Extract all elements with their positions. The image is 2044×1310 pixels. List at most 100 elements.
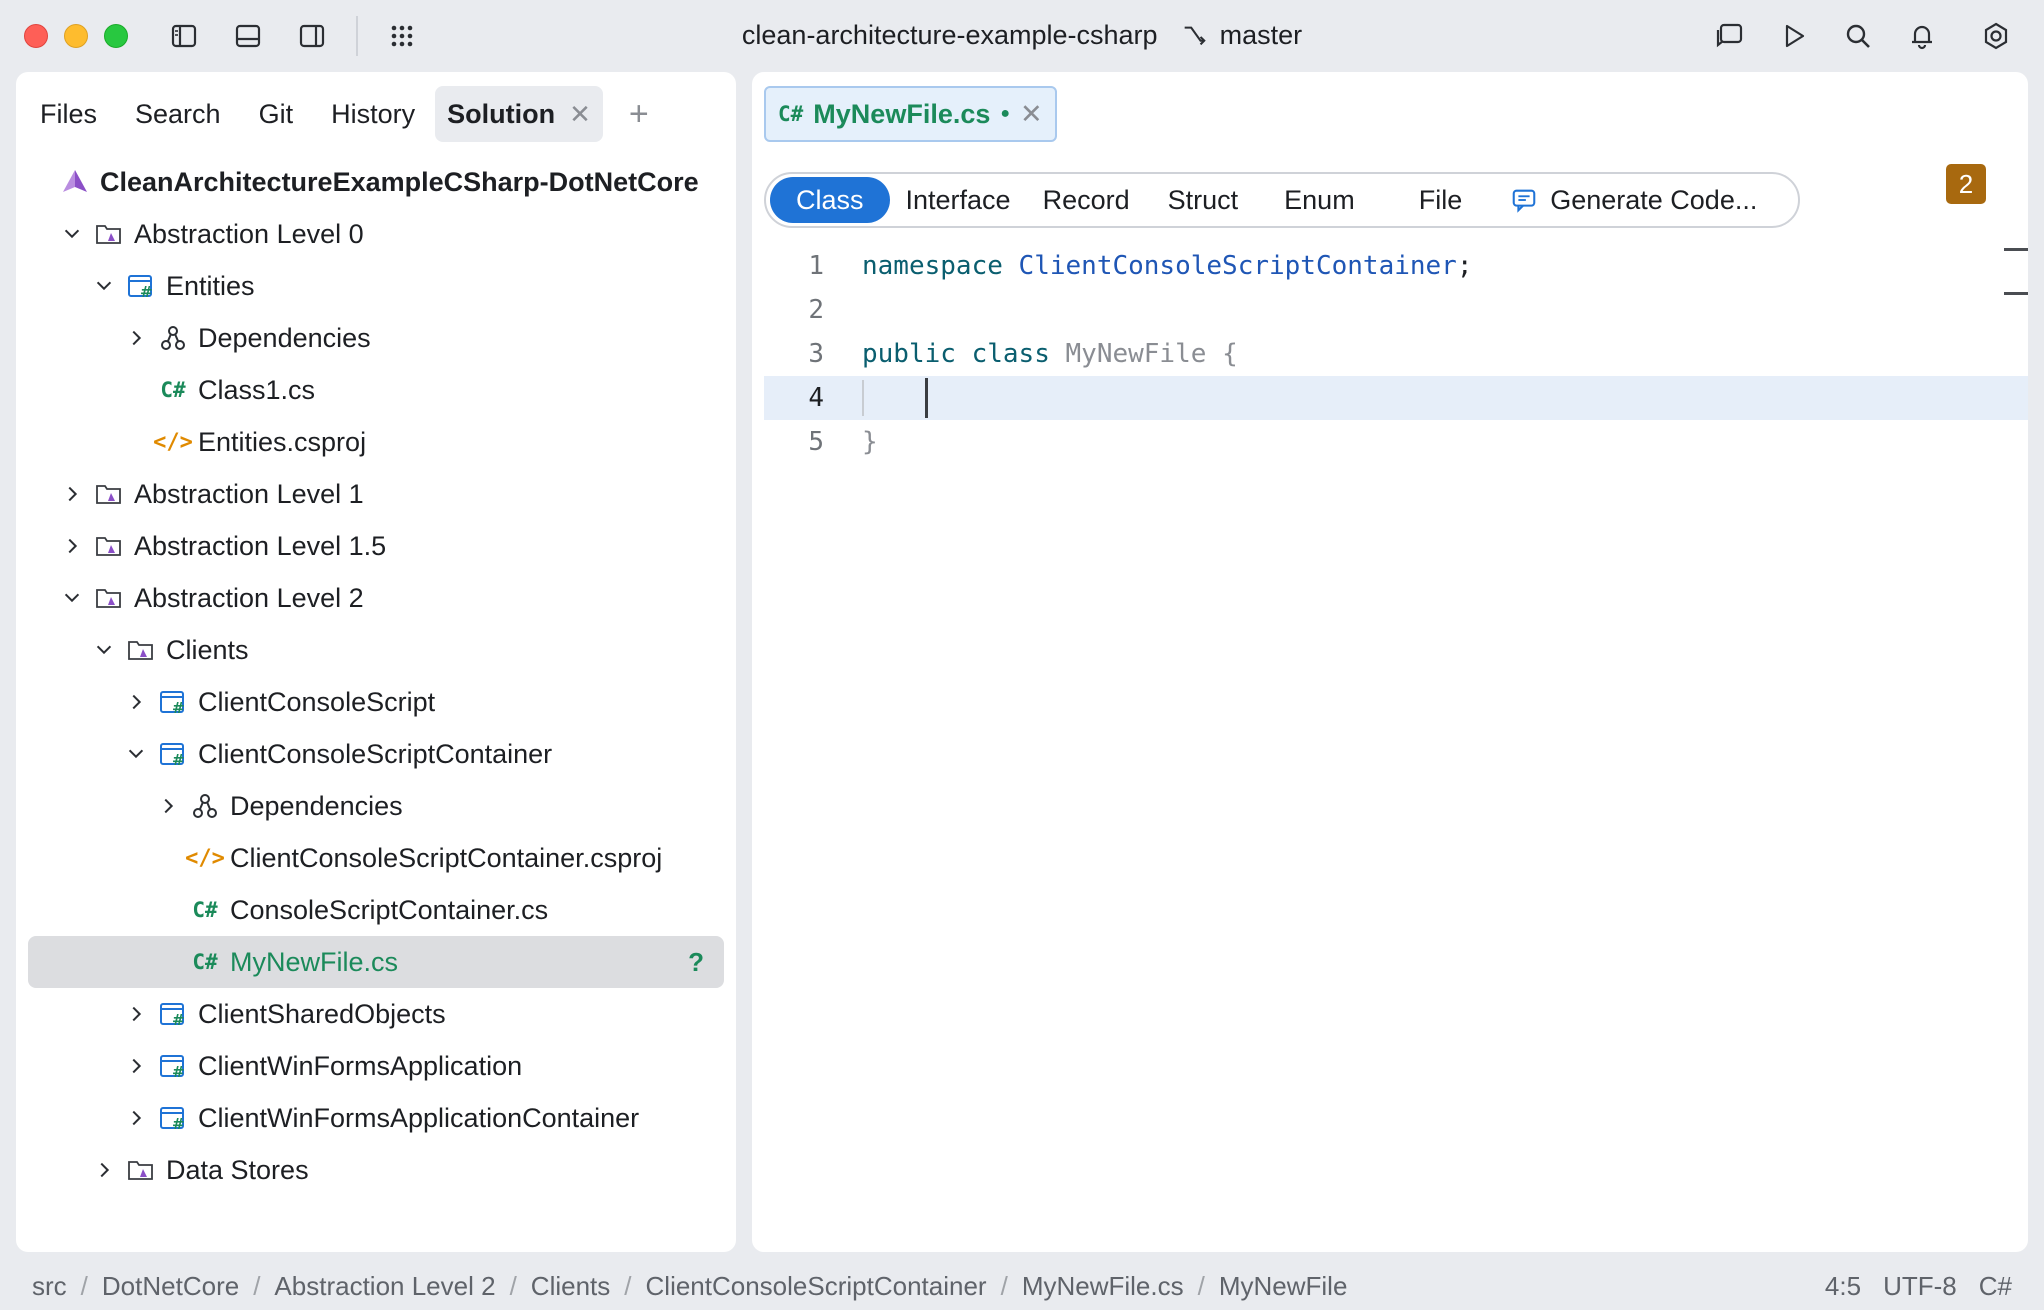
search-icon[interactable] <box>1840 18 1876 54</box>
chevron-right-icon[interactable] <box>60 534 84 558</box>
breadcrumb-item[interactable]: Abstraction Level 2 <box>274 1271 495 1302</box>
chevron-down-icon[interactable] <box>60 586 84 610</box>
tree-item[interactable]: Clients <box>16 624 736 676</box>
breadcrumb-item[interactable]: Clients <box>531 1271 610 1302</box>
tab-files[interactable]: Files <box>28 86 109 142</box>
chevron-right-icon[interactable] <box>124 326 148 350</box>
chevron-right-icon[interactable] <box>124 1054 148 1078</box>
tab-label: Search <box>135 99 221 130</box>
tree-item[interactable]: Abstraction Level 0 <box>16 208 736 260</box>
tree-item-label: Entities <box>166 271 255 302</box>
tree-item[interactable]: Abstraction Level 1 <box>16 468 736 520</box>
folder-icon <box>94 531 124 561</box>
tree-item[interactable]: </>ClientConsoleScriptContainer.csproj <box>16 832 736 884</box>
chevron-right-icon[interactable] <box>92 1158 116 1182</box>
tree-item[interactable]: #ClientWinFormsApplicationContainer <box>16 1092 736 1144</box>
chevron-right-icon[interactable] <box>156 794 180 818</box>
breadcrumb-separator: / <box>510 1271 517 1302</box>
solution-tree: CleanArchitectureExampleCSharp-DotNetCor… <box>16 156 736 1196</box>
editor-panel: C# MyNewFile.cs ● ✕ Class Interface Reco… <box>752 72 2028 1252</box>
editor-tab-mynewfile[interactable]: C# MyNewFile.cs ● ✕ <box>764 86 1057 142</box>
template-record-button[interactable]: Record <box>1027 177 1146 223</box>
svg-text:#: # <box>140 283 153 301</box>
unsaved-dot-icon: ● <box>1000 105 1010 123</box>
breadcrumb-item[interactable]: MyNewFile.cs <box>1022 1271 1184 1302</box>
tab-history[interactable]: History <box>319 86 427 142</box>
chevron-right-icon[interactable] <box>60 482 84 506</box>
tree-item[interactable]: #ClientWinFormsApplication <box>16 1040 736 1092</box>
template-label: Record <box>1043 185 1130 216</box>
chevron-right-icon[interactable] <box>124 690 148 714</box>
breadcrumb-item[interactable]: ClientConsoleScriptContainer <box>646 1271 987 1302</box>
chevron-down-icon[interactable] <box>92 638 116 662</box>
add-tab-button[interactable]: + <box>617 86 661 142</box>
chevron-down-icon[interactable] <box>60 222 84 246</box>
breadcrumb-separator: / <box>1198 1271 1205 1302</box>
tree-item[interactable]: C#MyNewFile.cs? <box>28 936 724 988</box>
tree-item[interactable]: #ClientSharedObjects <box>16 988 736 1040</box>
chevron-down-icon[interactable] <box>92 274 116 298</box>
close-tab-icon[interactable]: ✕ <box>569 99 591 130</box>
tab-search[interactable]: Search <box>123 86 233 142</box>
breadcrumb-item[interactable]: src <box>32 1271 67 1302</box>
svg-text:#: # <box>172 699 185 717</box>
tree-item[interactable]: CleanArchitectureExampleCSharp-DotNetCor… <box>16 156 736 208</box>
tree-item[interactable]: #ClientConsoleScript <box>16 676 736 728</box>
tree-item-label: CleanArchitectureExampleCSharp-DotNetCor… <box>100 167 699 198</box>
code-editor[interactable]: 1 namespace ClientConsoleScriptContainer… <box>764 244 2028 464</box>
branch-icon <box>1180 22 1208 50</box>
tree-item[interactable]: Abstraction Level 1.5 <box>16 520 736 572</box>
generate-code-button[interactable]: Generate Code... <box>1502 177 1765 223</box>
template-class-button[interactable]: Class <box>770 177 890 223</box>
folder-icon <box>126 1155 156 1185</box>
chevron-right-icon[interactable] <box>124 1002 148 1026</box>
template-struct-button[interactable]: Struct <box>1146 177 1261 223</box>
punctuation: ; <box>1457 251 1473 281</box>
svg-text:#: # <box>172 1011 185 1029</box>
tree-item-label: ClientWinFormsApplication <box>198 1051 522 1082</box>
tree-item[interactable]: C#ConsoleScriptContainer.cs <box>16 884 736 936</box>
tree-item[interactable]: Abstraction Level 2 <box>16 572 736 624</box>
template-file-button[interactable]: File <box>1379 177 1503 223</box>
line-text: namespace ClientConsoleScriptContainer; <box>862 251 1473 281</box>
template-interface-button[interactable]: Interface <box>890 177 1027 223</box>
sidebar-panel: Files Search Git History Solution ✕ + Cl… <box>16 72 736 1252</box>
breadcrumb: src / DotNetCore / Abstraction Level 2 / Clien… <box>32 1271 1347 1302</box>
tree-item-label: Entities.csproj <box>198 427 366 458</box>
code-line: 3 public class MyNewFile { <box>764 332 2028 376</box>
chat-icon[interactable] <box>1712 18 1748 54</box>
solution-icon <box>60 167 90 197</box>
tree-item[interactable]: </>Entities.csproj <box>16 416 736 468</box>
encoding-indicator[interactable]: UTF-8 <box>1883 1271 1957 1302</box>
line-number: 4 <box>764 383 824 413</box>
tree-item[interactable]: Dependencies <box>16 780 736 832</box>
close-tab-icon[interactable]: ✕ <box>1020 99 1043 130</box>
branch-selector[interactable]: master <box>1180 20 1303 51</box>
chevron-right-icon[interactable] <box>124 1106 148 1130</box>
chevron-down-icon[interactable] <box>124 742 148 766</box>
tree-item[interactable]: C#Class1.cs <box>16 364 736 416</box>
folder-icon <box>94 583 124 613</box>
tree-item-label: Clients <box>166 635 249 666</box>
template-enum-button[interactable]: Enum <box>1260 177 1379 223</box>
language-indicator[interactable]: C# <box>1979 1271 2012 1302</box>
tree-item[interactable]: Data Stores <box>16 1144 736 1196</box>
tree-item[interactable]: #ClientConsoleScriptContainer <box>16 728 736 780</box>
tree-item[interactable]: # Entities <box>16 260 736 312</box>
cursor-position[interactable]: 4:5 <box>1825 1271 1861 1302</box>
problems-count-badge[interactable]: 2 <box>1946 164 1986 204</box>
notifications-bell-icon[interactable] <box>1904 18 1940 54</box>
status-right: 4:5 UTF-8 C# <box>1825 1271 2012 1302</box>
breadcrumb-item[interactable]: MyNewFile <box>1219 1271 1348 1302</box>
csharp-file-icon: C# <box>190 895 220 925</box>
breadcrumb-separator: / <box>624 1271 631 1302</box>
tree-item[interactable]: Dependencies <box>16 312 736 364</box>
punctuation: { <box>1222 339 1238 369</box>
code-line-current: 4 <box>764 376 2028 420</box>
run-icon[interactable] <box>1776 18 1812 54</box>
tab-git[interactable]: Git <box>247 86 306 142</box>
tab-solution[interactable]: Solution ✕ <box>435 86 603 142</box>
breadcrumb-separator: / <box>81 1271 88 1302</box>
breadcrumb-item[interactable]: DotNetCore <box>102 1271 239 1302</box>
settings-gear-icon[interactable] <box>1978 18 2014 54</box>
